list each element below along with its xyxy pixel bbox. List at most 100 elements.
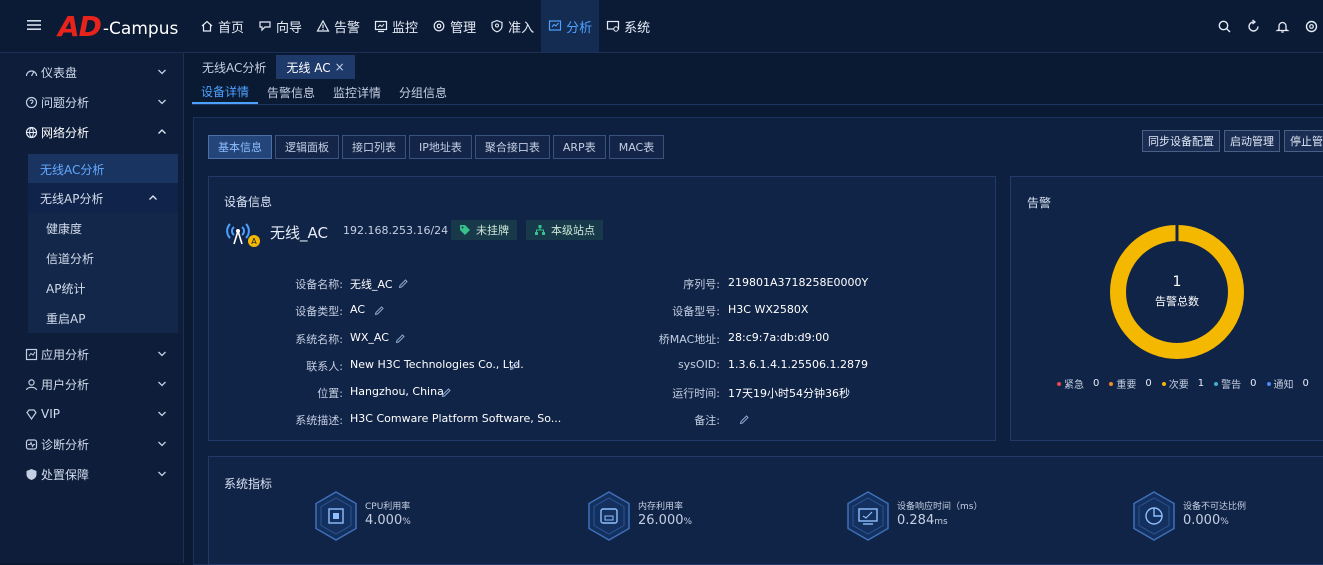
gear-icon: [433, 20, 445, 32]
metric-label: 内存利用率: [638, 502, 684, 512]
field-value-device-name: 无线_AC: [350, 278, 393, 291]
sidebar-item-vip[interactable]: VIP: [0, 399, 183, 429]
btab-interface-list[interactable]: 接口列表: [342, 135, 406, 159]
alarm-donut-gap: [1175, 224, 1179, 241]
metric-value: 4.000: [365, 513, 403, 528]
sidebar-sub-wireless-ac[interactable]: 无线AC分析: [28, 154, 178, 184]
top-bar: AD -Campus 首页 向导 告警 监控 管理 准入 分析 系统: [0, 0, 1323, 53]
sync-config-button[interactable]: 同步设备配置: [1142, 130, 1220, 152]
field-label-serial: 序列号:: [683, 278, 720, 291]
sidebar-item-label: 诊断分析: [41, 437, 90, 452]
btab-label: IP地址表: [419, 141, 462, 154]
nav-alarm[interactable]: 告警: [309, 0, 367, 52]
shield-icon: [491, 19, 503, 33]
edit-icon[interactable]: [739, 414, 750, 425]
legend-label: 次要: [1168, 380, 1189, 391]
app-icon: [25, 348, 38, 360]
nav-access[interactable]: 准入: [483, 0, 541, 52]
hamburger-menu-icon[interactable]: [27, 18, 41, 32]
tab-device-detail[interactable]: 设备详情: [192, 80, 259, 104]
edit-icon[interactable]: [441, 387, 452, 398]
button-label: 停止管: [1290, 135, 1323, 148]
metric-unit: ms: [934, 517, 948, 527]
metric-value-row: 0.000%: [1183, 513, 1229, 528]
chevron-up-icon: [158, 129, 166, 134]
legend-item-notice[interactable]: 通知 0: [1266, 376, 1309, 391]
btab-logic-panel[interactable]: 逻辑面板: [275, 135, 339, 159]
search-icon[interactable]: [1217, 19, 1232, 34]
btab-arp-table[interactable]: ARP表: [552, 135, 606, 159]
nav-label: 告警: [334, 20, 361, 36]
bell-icon[interactable]: [1275, 19, 1290, 34]
legend-item-critical[interactable]: 紧急 0: [1057, 376, 1099, 391]
tab-wireless-ac-analysis[interactable]: 无线AC分析: [192, 55, 276, 79]
tab-monitor-detail[interactable]: 监控详情: [324, 80, 390, 104]
sidebar-item-app[interactable]: 应用分析: [0, 339, 183, 369]
nav-system[interactable]: 系统: [599, 0, 657, 52]
sidebar-sub-wireless-ap[interactable]: 无线AP分析: [28, 183, 178, 213]
refresh-icon[interactable]: [1246, 18, 1261, 34]
legend-item-minor[interactable]: 次要 1: [1161, 376, 1204, 391]
field-label-model: 设备型号:: [672, 305, 720, 318]
edit-icon[interactable]: [395, 333, 406, 344]
field-value-device-type: AC: [350, 303, 366, 316]
edit-icon[interactable]: [509, 360, 520, 371]
nav-manage[interactable]: 管理: [425, 0, 483, 52]
app-logo[interactable]: AD -Campus: [58, 11, 178, 41]
sidebar-sub3-reboot-ap[interactable]: 重启AP: [28, 303, 178, 333]
tag-label: 本级站点: [551, 224, 595, 237]
sidebar-item-disposal[interactable]: 处置保障: [0, 459, 183, 489]
device-info-title: 设备信息: [224, 195, 273, 209]
stop-manage-button[interactable]: 停止管: [1284, 130, 1323, 152]
sidebar-sub3-ap-stats[interactable]: AP统计: [28, 273, 178, 303]
field-value-sysoid: 1.3.6.1.4.1.25506.1.2879: [728, 358, 868, 371]
settings-icon[interactable]: [1304, 19, 1319, 34]
tab-group-info[interactable]: 分组信息: [390, 80, 456, 104]
legend-dot: [1109, 381, 1114, 386]
nav-home[interactable]: 首页: [193, 0, 251, 52]
chevron-down-icon: [158, 471, 166, 477]
sidebar-sub3-label: AP统计: [46, 281, 86, 296]
field-label-contact: 联系人:: [306, 360, 343, 373]
sidebar-item-network[interactable]: 网络分析: [0, 117, 183, 147]
response-monitor-icon: [847, 491, 889, 541]
sidebar-item-diagnosis[interactable]: 诊断分析: [0, 429, 183, 459]
btab-mac-table[interactable]: MAC表: [608, 135, 665, 159]
tab-label: 无线 AC: [286, 60, 331, 75]
sidebar-item-label: 问题分析: [41, 95, 90, 110]
start-manage-button[interactable]: 启动管理: [1224, 130, 1280, 152]
field-label-device-name: 设备名称:: [295, 278, 343, 291]
btab-basic-info[interactable]: 基本信息: [208, 135, 272, 159]
metric-label: 设备不可达比例: [1183, 502, 1247, 512]
btab-aggregate-table[interactable]: 聚合接口表: [474, 135, 550, 159]
tab-alarm-info[interactable]: 告警信息: [258, 80, 324, 104]
sidebar-sub3-label: 健康度: [46, 221, 83, 236]
btab-ip-table[interactable]: IP地址表: [409, 135, 472, 159]
tag-unlabeled[interactable]: 未挂牌: [451, 220, 517, 240]
sidebar-sub-label: 无线AC分析: [40, 162, 105, 177]
sidebar-item-label: 处置保障: [41, 467, 90, 482]
nav-guide[interactable]: 向导: [251, 0, 309, 52]
edit-icon[interactable]: [374, 305, 385, 316]
btab-label: MAC表: [618, 141, 655, 154]
close-icon[interactable]: ×: [335, 60, 345, 74]
sidebar-item-dashboard[interactable]: 仪表盘: [0, 57, 183, 87]
field-value-system-name: WX_AC: [350, 331, 389, 344]
legend-item-warning[interactable]: 警告 0: [1214, 376, 1257, 391]
sidebar-sub3-health[interactable]: 健康度: [28, 213, 178, 243]
tag-local-site[interactable]: 本级站点: [526, 220, 603, 240]
sidebar-item-user[interactable]: 用户分析: [0, 369, 183, 399]
sidebar-sub3-label: 重启AP: [46, 311, 86, 326]
legend-dot: [1266, 381, 1271, 386]
tab-wireless-ac[interactable]: 无线 AC ×: [276, 55, 355, 79]
sidebar-item-problem[interactable]: 问题分析: [0, 87, 183, 117]
chevron-down-icon: [158, 99, 166, 105]
nav-analysis[interactable]: 分析: [541, 0, 600, 52]
edit-icon[interactable]: [398, 278, 409, 289]
shield-icon: [26, 468, 37, 480]
legend-item-major[interactable]: 重要 0: [1109, 376, 1152, 391]
nav-monitor[interactable]: 监控: [367, 0, 425, 52]
field-value-serial: 219801A3718258E0000Y: [728, 276, 869, 289]
sidebar-sub3-channel[interactable]: 信道分析: [28, 243, 178, 273]
metrics-title: 系统指标: [224, 477, 273, 491]
